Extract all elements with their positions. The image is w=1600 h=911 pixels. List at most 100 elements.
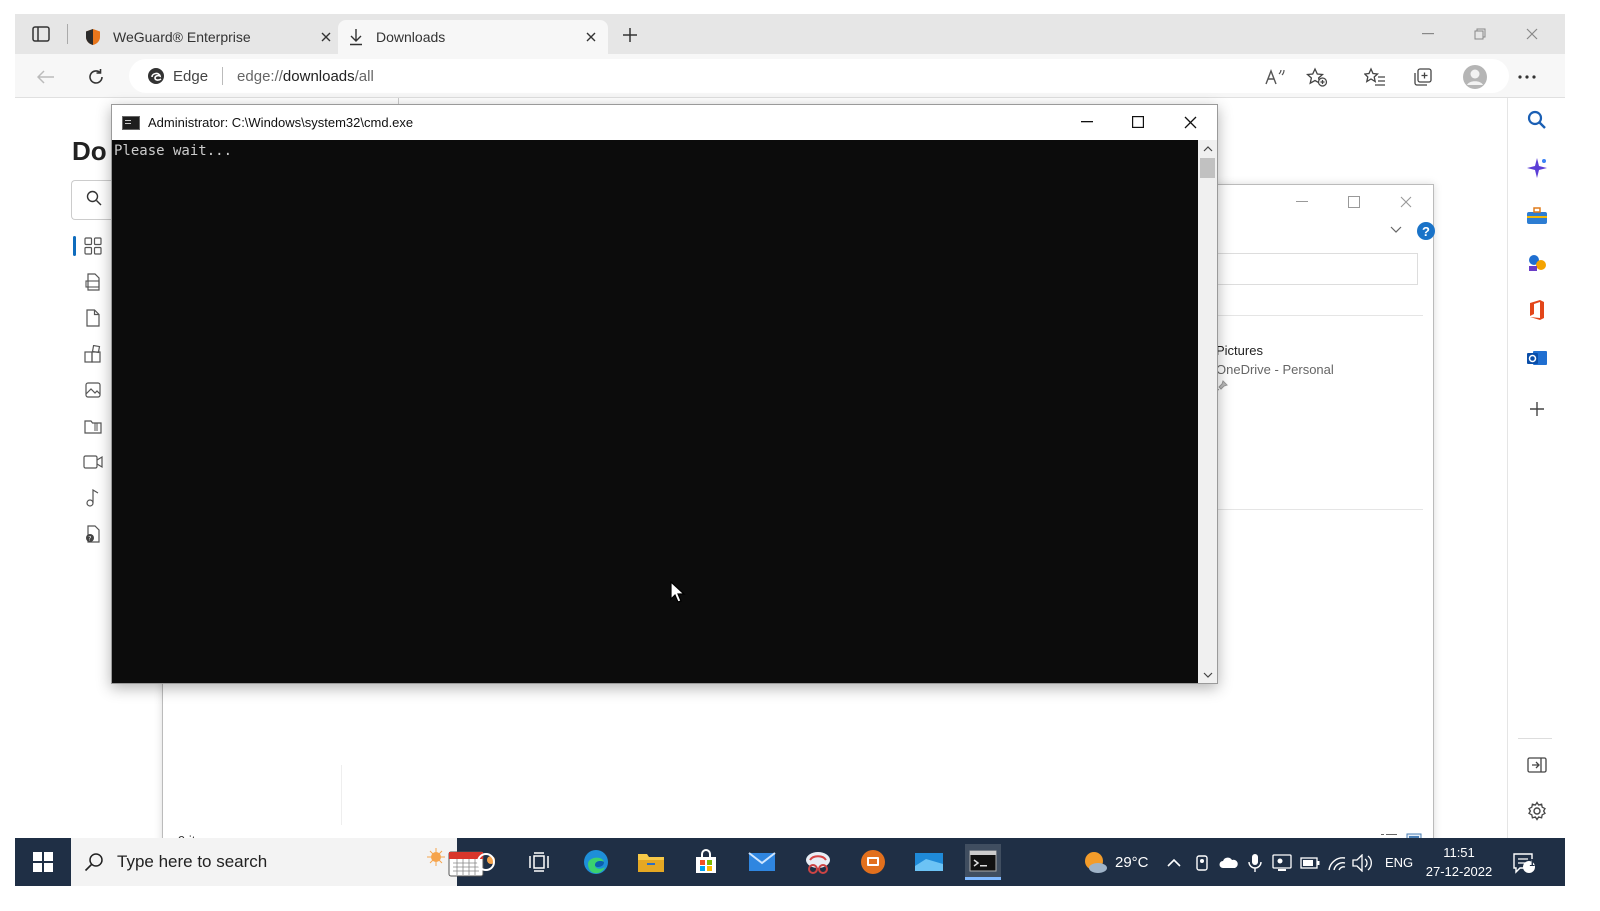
filter-pdf-icon[interactable] bbox=[73, 264, 113, 300]
help-icon[interactable]: ? bbox=[1417, 222, 1435, 240]
edge-taskbar-icon[interactable] bbox=[578, 844, 614, 880]
cmd-close-icon[interactable] bbox=[1167, 107, 1213, 137]
address-separator bbox=[222, 67, 224, 85]
windows-taskbar: Type here to search 29°C ENG 11:51 27-12… bbox=[15, 838, 1565, 886]
download-icon bbox=[346, 27, 366, 47]
sidebar-settings-icon[interactable] bbox=[1522, 796, 1552, 826]
notification-count: 1 bbox=[1529, 858, 1535, 869]
tab-downloads[interactable]: Downloads bbox=[338, 20, 608, 54]
refresh-icon[interactable] bbox=[81, 62, 111, 92]
url-text[interactable]: edge://downloads/all bbox=[237, 68, 374, 85]
windows-start-icon[interactable] bbox=[29, 848, 57, 876]
tab-weguard[interactable]: WeGuard® Enterprise bbox=[75, 20, 343, 54]
add-favorite-icon[interactable] bbox=[1303, 63, 1331, 91]
explorer-close-icon[interactable] bbox=[1391, 191, 1421, 213]
tab-title: Downloads bbox=[376, 29, 446, 45]
shield-icon bbox=[83, 27, 103, 47]
hide-sidebar-icon[interactable] bbox=[1522, 750, 1552, 780]
search-icon[interactable] bbox=[1522, 105, 1552, 135]
url-path: /all bbox=[354, 67, 374, 85]
weather-temperature[interactable]: 29°C bbox=[1115, 838, 1149, 886]
quick-access-item-location: OneDrive - Personal bbox=[1216, 362, 1334, 377]
task-view-icon[interactable] bbox=[521, 844, 557, 880]
close-window-icon[interactable] bbox=[1519, 22, 1545, 46]
meet-now-icon[interactable] bbox=[1271, 852, 1293, 874]
file-explorer-icon[interactable] bbox=[633, 844, 669, 880]
recording-top-strip bbox=[0, 0, 1600, 14]
tools-briefcase-icon[interactable] bbox=[1522, 201, 1552, 231]
cortana-icon[interactable] bbox=[468, 844, 504, 880]
edge-sidebar bbox=[1507, 98, 1565, 838]
collections-icon[interactable] bbox=[1409, 63, 1437, 91]
battery-icon[interactable] bbox=[1299, 852, 1321, 874]
office-icon[interactable] bbox=[1522, 295, 1552, 325]
browser-tab-bar: WeGuard® Enterprise Downloads bbox=[15, 14, 1565, 54]
wifi-icon[interactable] bbox=[1326, 852, 1348, 874]
filter-all-icon[interactable] bbox=[73, 228, 113, 264]
cmd-taskbar-icon[interactable] bbox=[965, 844, 1001, 880]
divider bbox=[1215, 509, 1423, 510]
onedrive-icon[interactable] bbox=[1218, 852, 1240, 874]
taskbar-search-box[interactable]: Type here to search bbox=[71, 838, 495, 886]
filter-video-icon[interactable] bbox=[73, 444, 113, 480]
input-language[interactable]: ENG bbox=[1385, 838, 1413, 886]
chevron-down-icon[interactable] bbox=[1389, 223, 1403, 237]
new-tab-icon[interactable] bbox=[617, 22, 643, 48]
favorites-icon[interactable] bbox=[1361, 63, 1389, 91]
clock[interactable]: 11:51 27-12-2022 bbox=[1419, 843, 1499, 881]
cmd-console-output[interactable]: Please wait... bbox=[112, 140, 1198, 683]
cmd-minimize-icon[interactable] bbox=[1064, 107, 1110, 137]
outlook-icon[interactable] bbox=[1522, 343, 1552, 373]
tab-separator bbox=[67, 24, 68, 44]
mail-icon[interactable] bbox=[744, 844, 780, 880]
quick-access-item-title[interactable]: Pictures bbox=[1216, 343, 1263, 358]
explorer-search-input[interactable] bbox=[1213, 253, 1418, 285]
minimize-icon[interactable] bbox=[1415, 22, 1441, 46]
console-text: Please wait... bbox=[114, 143, 233, 159]
presentation-app-icon[interactable] bbox=[855, 844, 891, 880]
desktop-screen: WeGuard® Enterprise Downloads Edge edge:… bbox=[15, 14, 1565, 886]
camera-privacy-icon[interactable] bbox=[1191, 852, 1213, 874]
clock-date: 27-12-2022 bbox=[1425, 864, 1493, 879]
site-identity[interactable]: Edge bbox=[147, 67, 208, 85]
tab-actions-icon[interactable] bbox=[27, 22, 55, 46]
filter-music-icon[interactable] bbox=[73, 480, 113, 516]
notification-center-icon[interactable]: 1 bbox=[1511, 850, 1537, 876]
remote-desktop-icon[interactable] bbox=[911, 844, 947, 880]
weather-icon[interactable] bbox=[1081, 848, 1109, 876]
scroll-thumb[interactable] bbox=[1200, 158, 1215, 178]
url-host: downloads bbox=[282, 67, 355, 85]
sidebar-divider bbox=[1518, 738, 1552, 739]
scroll-up-icon[interactable] bbox=[1198, 140, 1217, 157]
address-bar[interactable]: Edge edge://downloads/all bbox=[129, 59, 1509, 93]
explorer-minimize-icon[interactable] bbox=[1287, 191, 1317, 213]
cmd-maximize-icon[interactable] bbox=[1115, 107, 1161, 137]
filter-archives-icon[interactable] bbox=[73, 408, 113, 444]
explorer-maximize-icon[interactable] bbox=[1339, 191, 1369, 213]
tab-title: WeGuard® Enterprise bbox=[113, 29, 251, 45]
cmd-titlebar[interactable]: Administrator: C:\Windows\system32\cmd.e… bbox=[112, 105, 1217, 140]
close-tab-icon[interactable] bbox=[315, 26, 337, 48]
scroll-down-icon[interactable] bbox=[1198, 666, 1217, 683]
read-aloud-icon[interactable] bbox=[1261, 63, 1289, 91]
back-icon[interactable] bbox=[31, 62, 61, 92]
filter-other-icon[interactable]: ? bbox=[73, 516, 113, 552]
microsoft-store-icon[interactable] bbox=[688, 844, 724, 880]
svg-text:?: ? bbox=[88, 535, 91, 542]
filter-images-icon[interactable] bbox=[73, 372, 113, 408]
cmd-scrollbar[interactable] bbox=[1198, 140, 1217, 683]
filter-apps-icon[interactable] bbox=[73, 336, 113, 372]
site-label: Edge bbox=[173, 67, 209, 85]
add-sidebar-app-icon[interactable] bbox=[1522, 394, 1552, 424]
microphone-icon[interactable] bbox=[1244, 852, 1266, 874]
discover-sparkle-icon[interactable] bbox=[1522, 153, 1552, 183]
filter-document-icon[interactable] bbox=[73, 300, 113, 336]
snipping-tool-icon[interactable] bbox=[800, 844, 836, 880]
profile-avatar-icon[interactable] bbox=[1461, 63, 1489, 91]
close-tab-icon[interactable] bbox=[580, 26, 602, 48]
show-hidden-icons-chevron-icon[interactable] bbox=[1163, 852, 1185, 874]
restore-icon[interactable] bbox=[1467, 22, 1493, 46]
volume-icon[interactable] bbox=[1352, 852, 1374, 874]
games-icon[interactable] bbox=[1522, 248, 1552, 278]
more-menu-icon[interactable] bbox=[1513, 63, 1541, 91]
